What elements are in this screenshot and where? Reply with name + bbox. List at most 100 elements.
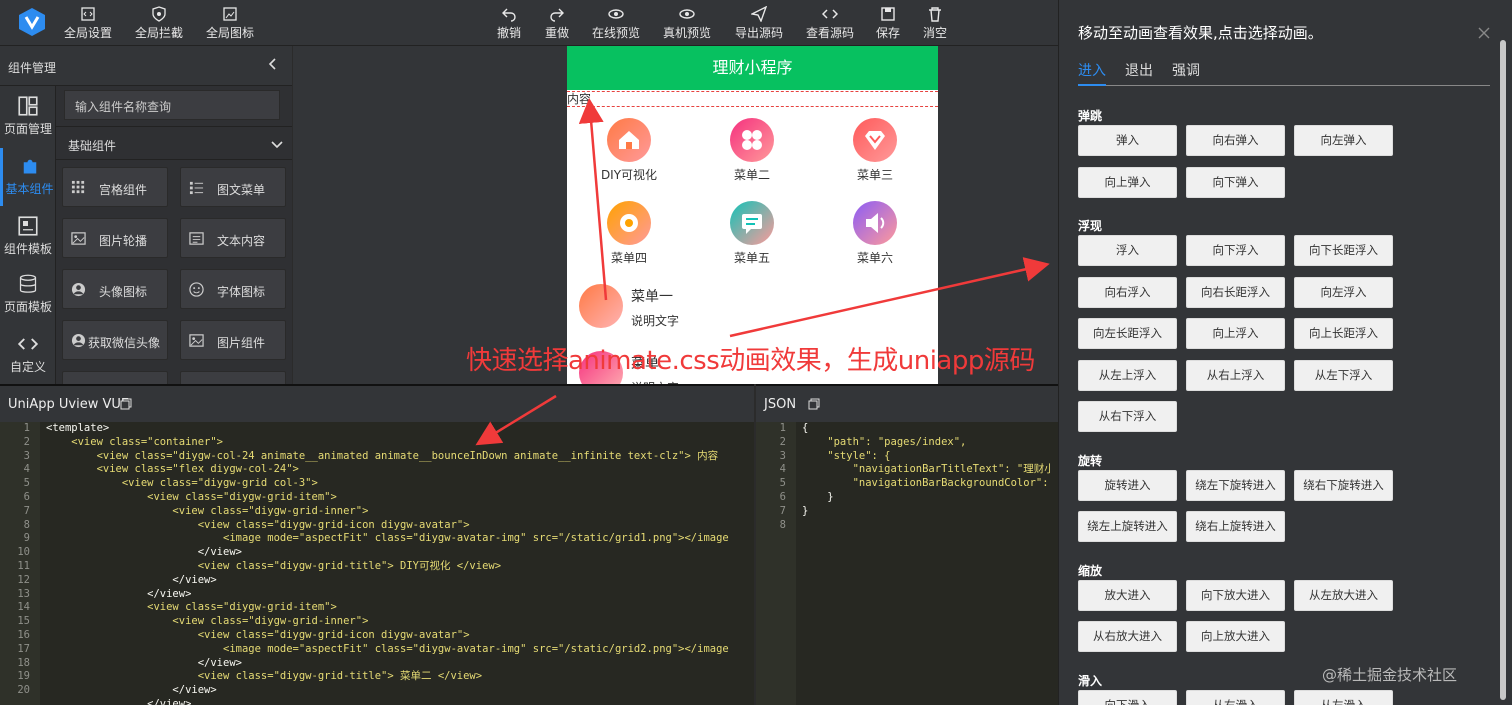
- animation-button[interactable]: 向下放大进入: [1186, 579, 1285, 611]
- component-item[interactable]: 宫格组件: [62, 167, 168, 207]
- animation-button[interactable]: 向上浮入: [1186, 318, 1285, 349]
- animation-button[interactable]: 从右滑入: [1186, 689, 1285, 705]
- animation-button[interactable]: 绕左下旋转进入: [1186, 469, 1285, 501]
- json-code-title: JSON: [764, 397, 797, 412]
- annotation-text: 快速选择animate.css动画效果，生成uniapp源码: [466, 346, 1035, 376]
- code-file-icon: [80, 6, 96, 22]
- component-item[interactable]: 头像图标: [62, 269, 168, 309]
- component-item[interactable]: 图片轮播: [62, 218, 168, 258]
- animation-button[interactable]: 向左弹入: [1294, 125, 1393, 156]
- sidebar-item-0[interactable]: 页面管理: [0, 88, 56, 146]
- grid-item[interactable]: 菜单五: [702, 201, 802, 266]
- grid-item[interactable]: 菜单二: [702, 118, 802, 183]
- sidebar-item-4[interactable]: 自定义: [0, 326, 56, 384]
- animation-button[interactable]: 向上长距浮入: [1294, 318, 1393, 349]
- animation-button[interactable]: 绕左上旋转进入: [1078, 511, 1177, 542]
- animation-button[interactable]: 旋转进入: [1078, 469, 1177, 501]
- text-icon: [189, 231, 204, 246]
- component-item[interactable]: 图文菜单: [180, 167, 286, 207]
- animation-button[interactable]: 绕右上旋转进入: [1186, 511, 1285, 542]
- animation-button[interactable]: 从右放大进入: [1078, 621, 1177, 652]
- animation-button[interactable]: 向右浮入: [1078, 276, 1177, 308]
- json-code-editor[interactable]: { "path": "pages/index", "style": { "nav…: [802, 422, 1050, 705]
- toolbar-action-1[interactable]: 重做: [545, 6, 569, 41]
- toolbar-action-5[interactable]: 查看源码: [806, 6, 854, 41]
- component-item[interactable]: 获取微信头像: [62, 320, 168, 360]
- component-item-label: 图片轮播: [99, 234, 148, 248]
- toolbar-button-0[interactable]: 全局设置: [64, 6, 112, 41]
- vue-code-editor[interactable]: <template> <view class="container"> <vie…: [46, 422, 746, 705]
- animation-button[interactable]: 从左放大进入: [1294, 579, 1393, 611]
- chevron-left-icon[interactable]: [266, 57, 280, 71]
- toolbar-action-0[interactable]: 撤销: [497, 6, 521, 41]
- animation-button[interactable]: 向下长距浮入: [1294, 235, 1393, 266]
- animation-button[interactable]: 弹入: [1078, 125, 1177, 156]
- trash-icon: [927, 6, 943, 22]
- animation-button[interactable]: 向左浮入: [1294, 276, 1393, 308]
- toolbar-action-6[interactable]: 保存: [876, 6, 900, 41]
- component-search-input[interactable]: 输入组件名称查询: [64, 90, 280, 120]
- animation-button[interactable]: 向上放大进入: [1186, 621, 1285, 652]
- database-icon: [18, 274, 38, 294]
- toolbar-action-label: 重做: [545, 26, 570, 40]
- animation-button[interactable]: 从右下浮入: [1078, 401, 1177, 432]
- copy-icon[interactable]: [120, 398, 132, 410]
- sidebar-header: 组件管理: [0, 46, 292, 86]
- animation-section-title: 滑入: [1078, 673, 1103, 688]
- content-text[interactable]: 内容: [567, 91, 938, 107]
- grid-item-label: 菜单六: [856, 251, 893, 265]
- copy-icon[interactable]: [808, 398, 820, 410]
- toolbar-action-4[interactable]: 导出源码: [735, 5, 783, 41]
- layout-icon: [18, 96, 38, 116]
- tab-emphasis[interactable]: 强调: [1172, 60, 1200, 80]
- component-item[interactable]: 文本内容: [180, 218, 286, 258]
- list-item-subtitle: 说明文字: [631, 314, 680, 328]
- grid-item[interactable]: 菜单六: [825, 201, 925, 266]
- vue-code-panel: UniApp Uview VUE 1 2 3 4 5 6 7 8 9 10 11 12 13 14 15 16…: [0, 384, 754, 705]
- toolbar-button-1[interactable]: 全局拦截: [135, 6, 183, 41]
- animation-button[interactable]: 从左上浮入: [1078, 359, 1177, 391]
- line-number: 13: [17, 587, 30, 600]
- component-item[interactable]: 图片组件: [180, 320, 286, 360]
- animation-button[interactable]: 向左长距浮入: [1078, 318, 1177, 349]
- sidebar-item-3[interactable]: 页面模板: [0, 266, 56, 324]
- code-line: <template>: [46, 422, 110, 434]
- toolbar-action-3[interactable]: 真机预览: [663, 6, 711, 41]
- animation-button[interactable]: 向下弹入: [1186, 166, 1285, 198]
- animation-section-title: 缩放: [1078, 563, 1103, 578]
- sidebar-item-2[interactable]: 组件模板: [0, 208, 56, 266]
- animation-button[interactable]: 向下浮入: [1186, 235, 1285, 266]
- close-icon[interactable]: [1477, 26, 1491, 40]
- scrollbar[interactable]: [1497, 40, 1509, 700]
- animation-button[interactable]: 从右上浮入: [1186, 359, 1285, 391]
- component-item[interactable]: [180, 371, 286, 384]
- list-item[interactable]: 菜单一 说明文字: [577, 284, 927, 340]
- animation-button[interactable]: 浮入: [1078, 235, 1177, 266]
- toolbar-action-2[interactable]: 在线预览: [592, 6, 640, 41]
- category-header[interactable]: 基础组件: [56, 126, 292, 160]
- code-line: <view class="diygw-grid-inner">: [46, 504, 369, 517]
- animation-button[interactable]: 绕右下旋转进入: [1294, 469, 1393, 501]
- animation-button[interactable]: 向右长距浮入: [1186, 276, 1285, 308]
- grid-item[interactable]: 菜单三: [825, 118, 925, 183]
- sidebar-item-label: 页面管理: [3, 122, 52, 136]
- toolbar-action-label: 消空: [923, 26, 948, 40]
- tab-exit[interactable]: 退出: [1125, 60, 1153, 80]
- animation-button[interactable]: 向右弹入: [1186, 125, 1285, 156]
- animation-button[interactable]: 向下滑入: [1078, 689, 1177, 705]
- animation-button[interactable]: 放大进入: [1078, 579, 1177, 611]
- toolbar-action-7[interactable]: 消空: [923, 6, 947, 41]
- component-item[interactable]: 字体图标: [180, 269, 286, 309]
- animation-button[interactable]: 从左下浮入: [1294, 359, 1393, 391]
- code-line: <view class="container">: [46, 435, 224, 448]
- sidebar-item-1[interactable]: 基本组件: [0, 148, 56, 206]
- grid-item[interactable]: 菜单四: [579, 201, 679, 266]
- toolbar-button-2[interactable]: 全局图标: [206, 6, 254, 41]
- component-item-label: 字体图标: [217, 285, 266, 299]
- animation-button[interactable]: 向上弹入: [1078, 166, 1177, 198]
- tab-enter[interactable]: 进入: [1078, 60, 1106, 80]
- animation-button[interactable]: 从左滑入: [1294, 689, 1393, 705]
- line-number: 16: [17, 628, 30, 641]
- grid-item[interactable]: DIY可视化: [579, 118, 679, 183]
- component-item[interactable]: [62, 371, 168, 384]
